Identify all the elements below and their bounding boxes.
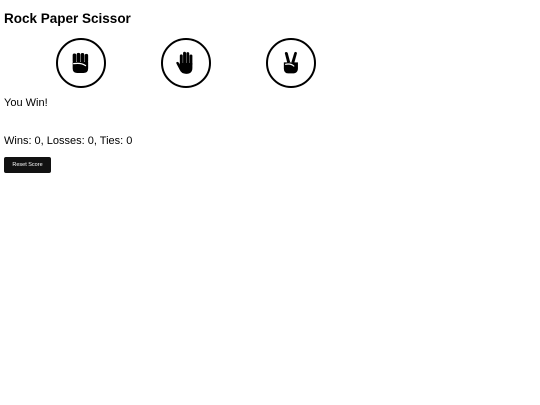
scissors-button[interactable] xyxy=(266,38,316,88)
rock-hand-icon xyxy=(72,52,89,73)
page-title: Rock Paper Scissor xyxy=(4,11,131,26)
rock-button[interactable] xyxy=(56,38,106,88)
reset-score-button[interactable]: Reset Score xyxy=(4,157,51,173)
paper-hand-icon xyxy=(176,51,193,74)
score-text: Wins: 0, Losses: 0, Ties: 0 xyxy=(4,135,133,147)
result-text: You Win! xyxy=(4,97,48,109)
paper-button[interactable] xyxy=(161,38,211,88)
scissors-hand-icon xyxy=(283,51,298,74)
